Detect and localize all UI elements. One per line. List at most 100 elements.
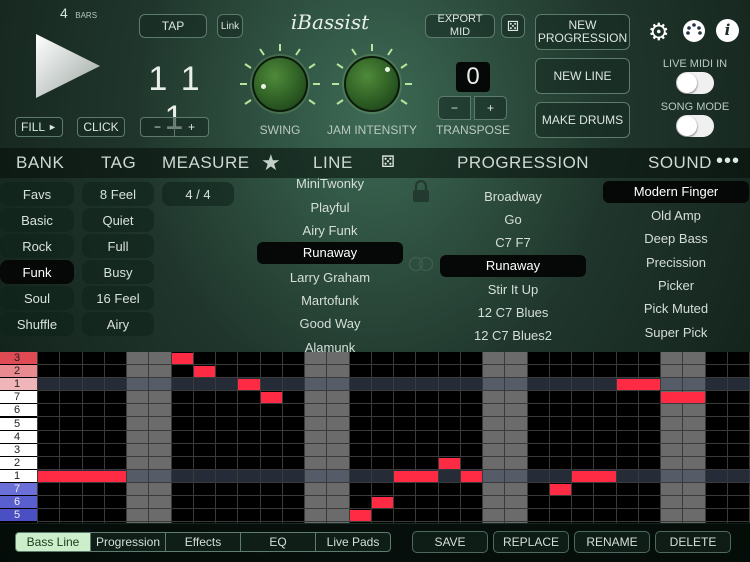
line-item[interactable]: Alamunk: [255, 340, 405, 352]
bank-item[interactable]: Shuffle: [0, 312, 74, 336]
progression-item[interactable]: Stir It Up: [438, 282, 588, 297]
export-midi-button[interactable]: EXPORT MID: [425, 13, 495, 38]
row-label: 4: [0, 430, 37, 443]
tag-item[interactable]: Airy: [82, 312, 154, 336]
progression-item[interactable]: C7 F7: [438, 235, 588, 250]
note-block[interactable]: [549, 484, 571, 496]
measure-selector[interactable]: 4 / 4: [162, 182, 234, 206]
rename-button[interactable]: RENAME: [574, 531, 650, 553]
line-item[interactable]: Larry Graham: [255, 270, 405, 285]
tempo-minus-button[interactable]: −: [140, 117, 175, 137]
tab-effects[interactable]: Effects: [165, 532, 241, 552]
transpose-plus-button[interactable]: +: [474, 96, 507, 120]
new-progression-button[interactable]: NEW PROGRESSION: [535, 14, 630, 50]
fill-button[interactable]: FILL ►: [15, 117, 63, 137]
sound-item-selected[interactable]: Modern Finger: [603, 181, 749, 203]
info-icon[interactable]: i: [716, 19, 739, 42]
song-mode-toggle[interactable]: [676, 115, 714, 137]
sound-item[interactable]: Precission: [601, 255, 750, 270]
make-drums-button[interactable]: MAKE DRUMS: [535, 102, 630, 138]
transpose-minus-button[interactable]: −: [438, 96, 471, 120]
line-item[interactable]: Airy Funk: [255, 223, 405, 238]
bank-item[interactable]: Favs: [0, 182, 74, 206]
sound-item[interactable]: Picker: [601, 278, 750, 293]
line-item[interactable]: Playful: [255, 200, 405, 215]
line-dice-icon[interactable]: ⚄: [381, 152, 395, 172]
tab-eq[interactable]: EQ: [240, 532, 316, 552]
note-block[interactable]: [171, 353, 193, 365]
progression-item[interactable]: 12 C7 Blues2: [438, 328, 588, 343]
play-button[interactable]: [30, 30, 105, 100]
col-divider: [704, 352, 706, 523]
delete-button[interactable]: DELETE: [655, 531, 731, 553]
piano-roll-grid[interactable]: 3217654321765: [0, 352, 750, 523]
bars-display: 4 BARS: [60, 5, 110, 21]
note-block[interactable]: [394, 470, 438, 482]
link-rings-icon[interactable]: [406, 256, 436, 272]
bank-item-selected[interactable]: Funk: [0, 260, 74, 284]
random-dice-button[interactable]: ⚄: [501, 14, 525, 38]
tab-progression[interactable]: Progression: [90, 532, 166, 552]
bank-item[interactable]: Basic: [0, 208, 74, 232]
tab-live-pads[interactable]: Live Pads: [315, 532, 391, 552]
line-item-selected[interactable]: Runaway: [257, 242, 403, 264]
progression-item-selected[interactable]: Runaway: [440, 255, 586, 277]
click-button[interactable]: CLICK: [77, 117, 125, 137]
row-label: 2: [0, 365, 37, 378]
save-button[interactable]: SAVE: [412, 531, 488, 553]
progression-item[interactable]: Broadway: [438, 189, 588, 204]
live-midi-toggle[interactable]: [676, 72, 714, 94]
lock-icon[interactable]: [411, 180, 431, 204]
row-label: 5: [0, 509, 37, 522]
tempo-plus-button[interactable]: +: [174, 117, 209, 137]
sound-item[interactable]: Deep Bass: [601, 231, 750, 246]
bank-item[interactable]: Soul: [0, 286, 74, 310]
sound-item[interactable]: Pick Muted: [601, 301, 750, 316]
midi-port-icon[interactable]: [682, 19, 706, 43]
note-block[interactable]: [438, 457, 460, 469]
tag-item[interactable]: Full: [82, 234, 154, 258]
favorite-star-icon[interactable]: ★: [261, 150, 281, 176]
grid-body[interactable]: [37, 352, 750, 523]
jam-intensity-knob[interactable]: [344, 56, 400, 112]
tag-item[interactable]: 8 Feel: [82, 182, 154, 206]
song-mode-label: SONG MODE: [660, 101, 730, 113]
note-block[interactable]: [238, 379, 260, 391]
sound-item[interactable]: Old Amp: [601, 208, 750, 223]
tab-bass-line[interactable]: Bass Line: [15, 532, 91, 552]
more-options-icon[interactable]: •••: [716, 150, 740, 173]
replace-button[interactable]: REPLACE: [493, 531, 569, 553]
note-block[interactable]: [193, 366, 215, 378]
note-block[interactable]: [349, 510, 371, 522]
col-divider: [326, 352, 328, 523]
bank-item[interactable]: Rock: [0, 234, 74, 258]
swing-knob[interactable]: [252, 56, 308, 112]
link-button[interactable]: Link: [217, 14, 243, 38]
tag-item[interactable]: 16 Feel: [82, 286, 154, 310]
tag-item[interactable]: Quiet: [82, 208, 154, 232]
row-label: 5: [0, 417, 37, 430]
tag-item[interactable]: Busy: [82, 260, 154, 284]
sound-item[interactable]: Super Pick: [601, 325, 750, 340]
col-divider: [615, 352, 617, 523]
line-item[interactable]: MiniTwonky: [255, 176, 405, 191]
note-block[interactable]: [616, 379, 660, 391]
line-item[interactable]: Good Way: [255, 316, 405, 331]
settings-gear-icon[interactable]: ⚙: [648, 18, 670, 47]
header-line: LINE: [313, 153, 353, 172]
live-midi-label: LIVE MIDI IN: [662, 58, 728, 70]
new-line-button[interactable]: NEW LINE: [535, 58, 630, 94]
transpose-value: 0: [456, 62, 490, 92]
note-block[interactable]: [260, 392, 282, 404]
note-block[interactable]: [38, 470, 126, 482]
note-block[interactable]: [661, 392, 705, 404]
progression-item[interactable]: Go: [438, 212, 588, 227]
note-block[interactable]: [460, 470, 482, 482]
progression-item[interactable]: 12 C7 Blues: [438, 305, 588, 320]
line-item[interactable]: Martofunk: [255, 293, 405, 308]
col-divider: [59, 352, 61, 523]
tap-button[interactable]: TAP: [139, 14, 207, 38]
note-block[interactable]: [572, 470, 616, 482]
note-block[interactable]: [371, 497, 393, 509]
row-label: 7: [0, 391, 37, 404]
